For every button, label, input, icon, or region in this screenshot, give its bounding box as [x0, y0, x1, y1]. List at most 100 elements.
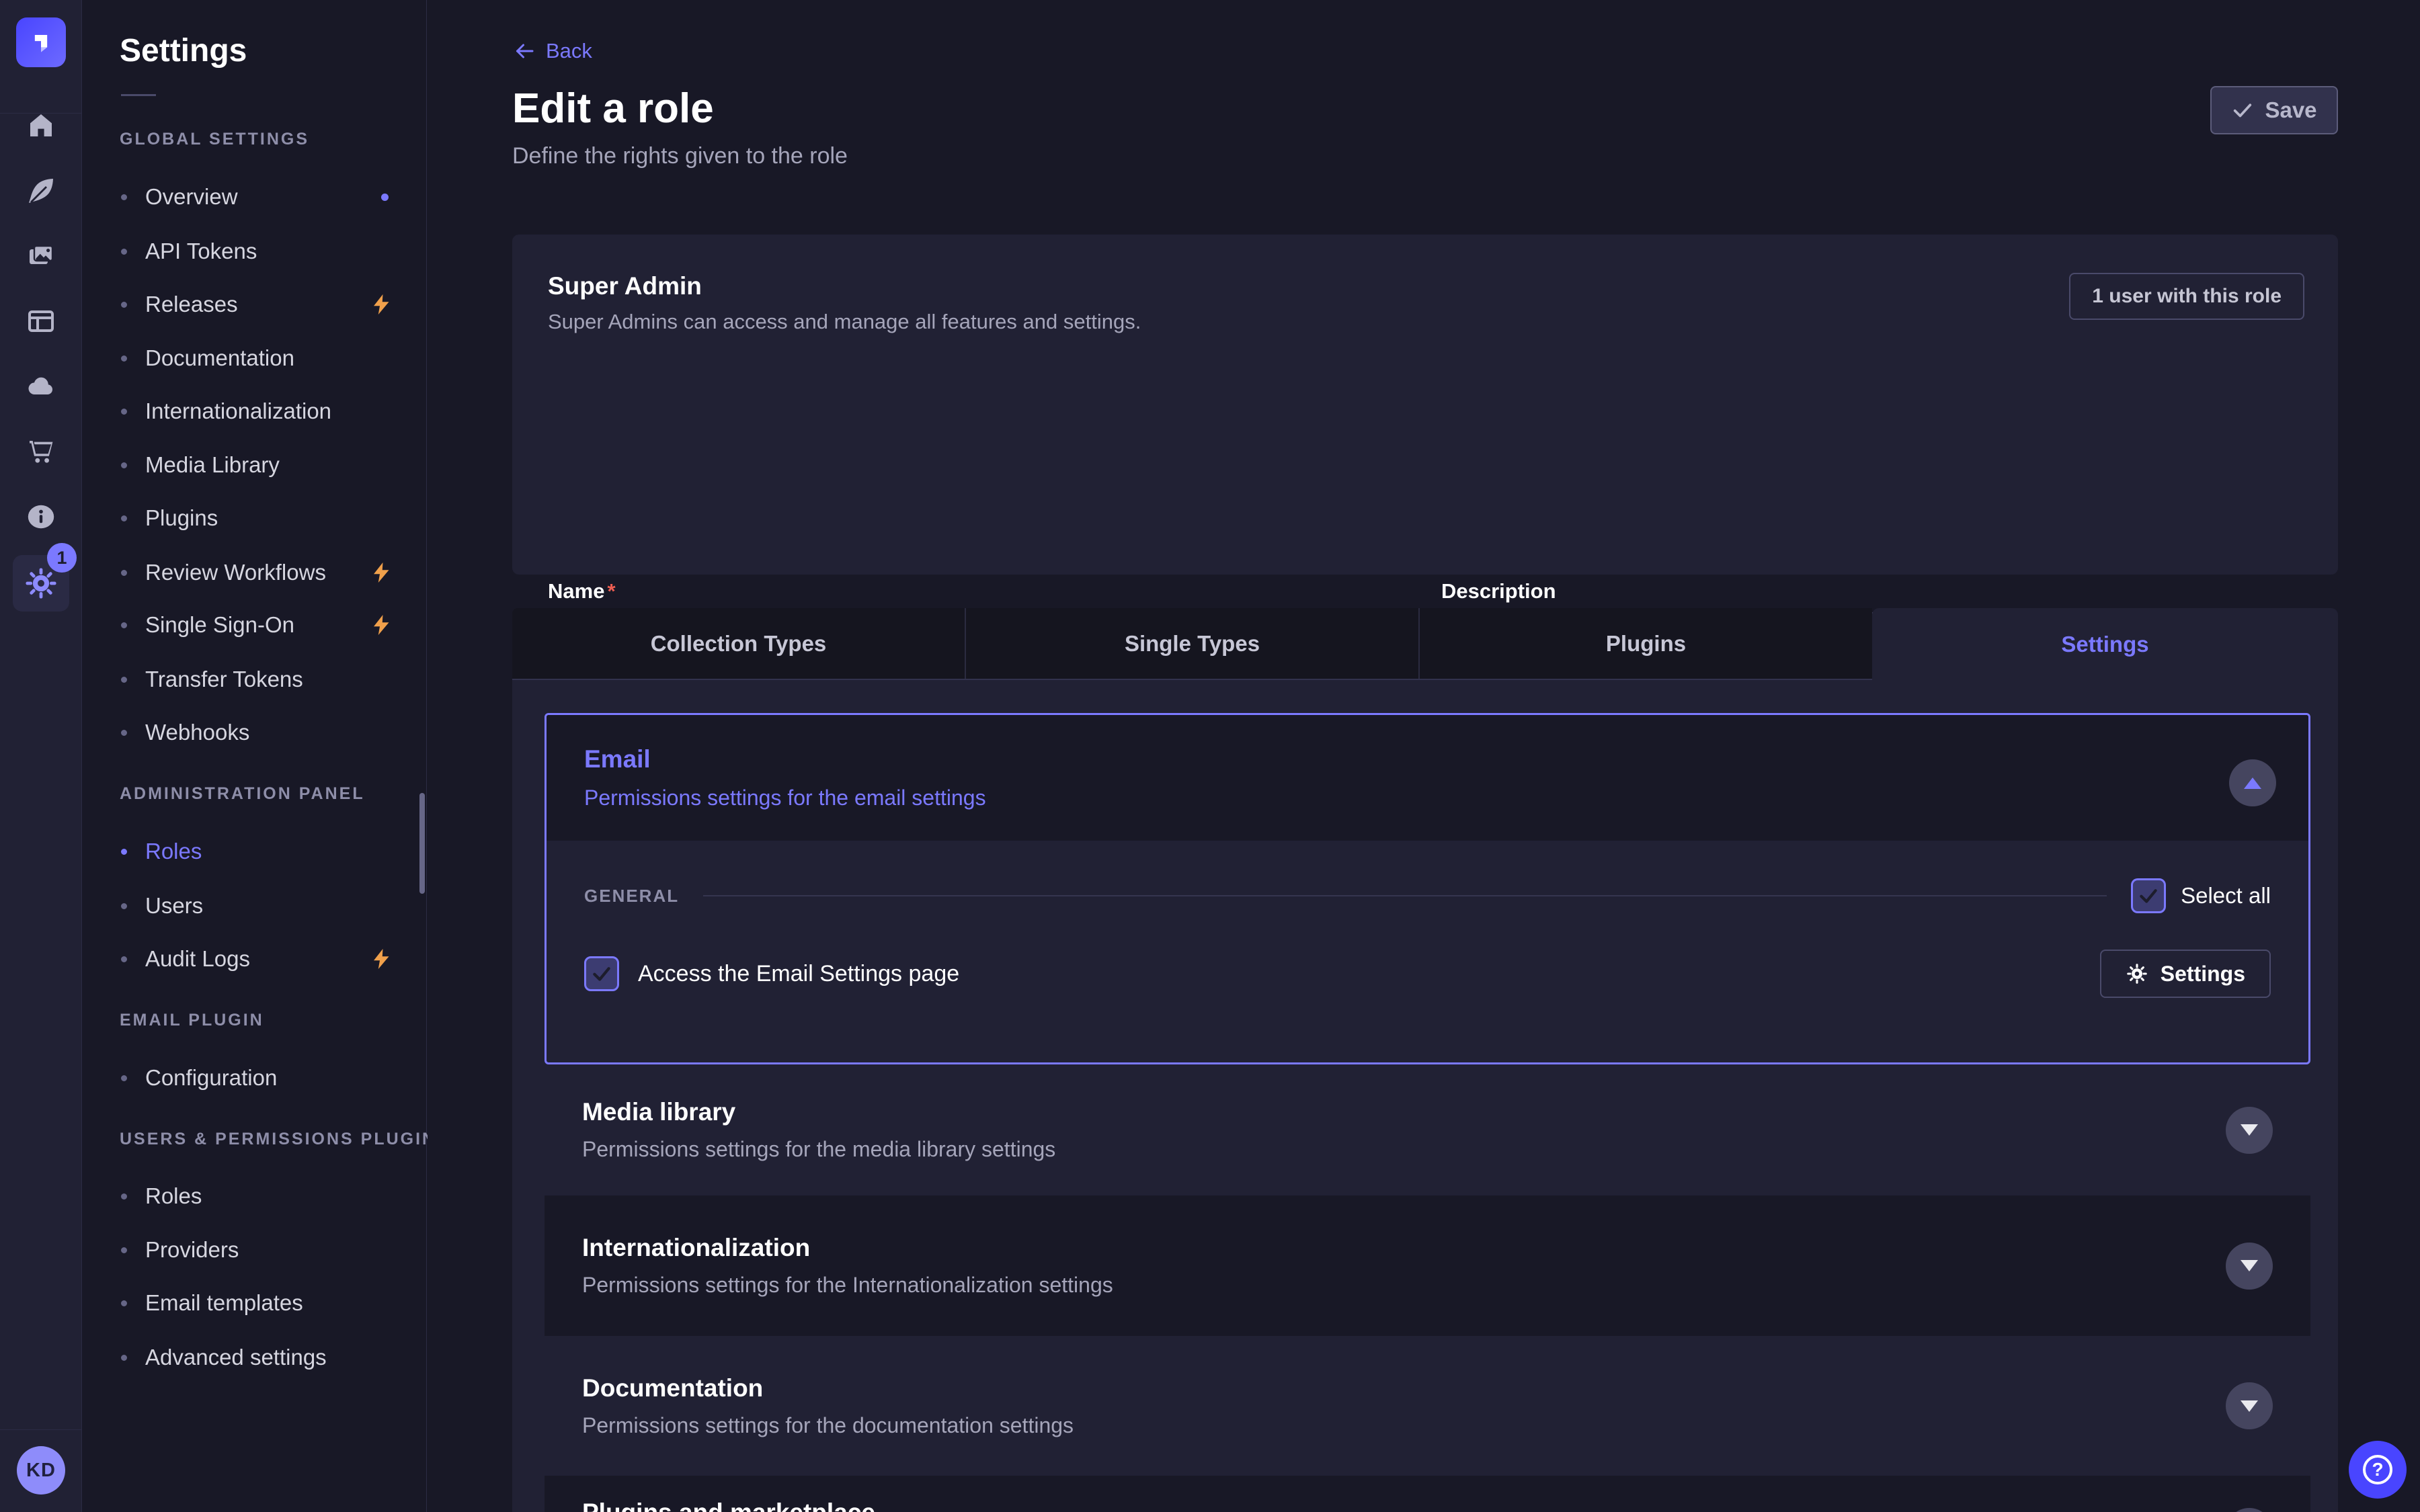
media-library-accordion[interactable]: Media library Permissions settings for t…: [544, 1064, 2310, 1195]
tab-plugins[interactable]: Plugins: [1420, 608, 1872, 679]
lightning-icon: [370, 613, 394, 637]
content-type-builder-icon[interactable]: [0, 301, 82, 341]
bullet-dot: [121, 570, 127, 576]
internationalization-accordion[interactable]: Internationalization Permissions setting…: [544, 1195, 2310, 1336]
email-accordion-header[interactable]: Email Permissions settings for the email…: [547, 715, 2308, 841]
section-label-administration-panel: ADMINISTRATION PANEL: [120, 784, 365, 804]
permissions-panel: Email Permissions settings for the email…: [512, 680, 2338, 1512]
back-link[interactable]: Back: [512, 36, 592, 67]
question-mark-icon: ?: [2363, 1455, 2392, 1484]
page-subtitle: Define the rights given to the role: [512, 143, 848, 169]
media-library-icon[interactable]: [0, 236, 82, 276]
lightning-icon: [370, 292, 394, 317]
sidebar-item-review-workflows[interactable]: Review Workflows: [121, 557, 410, 588]
general-group-label: GENERAL: [584, 886, 679, 907]
chevron-down-icon: [2241, 1400, 2258, 1412]
bullet-dot: [121, 622, 127, 628]
email-permissions-section: Email Permissions settings for the email…: [544, 713, 2310, 1064]
sidebar-item-up-roles[interactable]: Roles: [121, 1181, 410, 1212]
bullet-dot: [121, 249, 127, 255]
bullet-dot: [121, 194, 127, 200]
bullet-dot: [121, 903, 127, 909]
settings-notification-badge: 1: [47, 543, 77, 573]
strapi-logo[interactable]: [16, 17, 66, 67]
users-with-role-button[interactable]: 1 user with this role: [2069, 273, 2304, 320]
select-all-checkbox[interactable]: [2131, 878, 2166, 913]
documentation-accordion[interactable]: Documentation Permissions settings for t…: [544, 1336, 2310, 1476]
expand-toggle-button[interactable]: [2226, 1508, 2273, 1512]
bullet-dot: [121, 515, 127, 521]
bullet-dot: [121, 1075, 127, 1081]
bullet-dot: [121, 730, 127, 736]
expand-toggle-button[interactable]: [2226, 1243, 2273, 1290]
sidebar-item-media-library[interactable]: Media Library: [121, 450, 410, 480]
sidebar-item-providers[interactable]: Providers: [121, 1234, 410, 1265]
notification-dot: [381, 194, 389, 201]
sidebar-item-plugins[interactable]: Plugins: [121, 503, 410, 534]
expand-toggle-button[interactable]: [2226, 1382, 2273, 1429]
info-icon[interactable]: [0, 497, 82, 537]
chevron-down-icon: [2241, 1124, 2258, 1136]
sidebar-item-email-templates[interactable]: Email templates: [121, 1288, 410, 1318]
sidebar-item-users[interactable]: Users: [121, 890, 410, 921]
tab-collection-types[interactable]: Collection Types: [512, 608, 966, 679]
marketplace-icon[interactable]: [0, 431, 82, 472]
bullet-dot: [121, 849, 127, 855]
check-icon: [2231, 99, 2254, 122]
expand-toggle-button[interactable]: [2226, 1107, 2273, 1154]
bullet-dot: [121, 1247, 127, 1253]
role-description-text: Super Admins can access and manage all f…: [548, 310, 1141, 334]
sidebar-item-internationalization[interactable]: Internationalization: [121, 396, 410, 427]
deploy-cloud-icon[interactable]: [0, 366, 82, 407]
content-manager-icon[interactable]: [0, 171, 82, 211]
tab-single-types[interactable]: Single Types: [966, 608, 1420, 679]
sidebar-item-transfer-tokens[interactable]: Transfer Tokens: [121, 664, 410, 695]
help-button[interactable]: ?: [2349, 1441, 2407, 1499]
gear-icon: [2126, 962, 2148, 985]
sidebar-item-audit-logs[interactable]: Audit Logs: [121, 943, 410, 974]
settings-sidebar: Settings GLOBAL SETTINGS Overview API To…: [82, 0, 427, 1512]
sidebar-item-releases[interactable]: Releases: [121, 289, 410, 320]
bullet-dot: [121, 1300, 127, 1306]
home-icon[interactable]: [0, 106, 82, 146]
bullet-dot: [121, 677, 127, 683]
main-content: Back Edit a role Define the rights given…: [428, 0, 2420, 1512]
description-field-label: Description: [1441, 579, 1556, 603]
collapse-toggle-button[interactable]: [2229, 759, 2276, 806]
sidebar-item-single-sign-on[interactable]: Single Sign-On: [121, 610, 410, 640]
email-accordion-body: GENERAL Select all: [547, 878, 2308, 998]
sidebar-item-advanced-settings[interactable]: Advanced settings: [121, 1342, 410, 1373]
bullet-dot: [121, 355, 127, 362]
permission-checkbox[interactable]: [584, 956, 619, 991]
section-label-users-permissions-plugin: USERS & PERMISSIONS PLUGIN: [120, 1130, 436, 1150]
permission-settings-button[interactable]: Settings: [2100, 950, 2271, 998]
sidebar-item-configuration[interactable]: Configuration: [121, 1062, 410, 1093]
save-button[interactable]: Save: [2210, 86, 2338, 134]
sidebar-item-roles[interactable]: Roles: [121, 836, 410, 867]
section-label-global-settings: GLOBAL SETTINGS: [120, 130, 309, 150]
sidebar-item-webhooks[interactable]: Webhooks: [121, 717, 410, 748]
name-field-label: Name*: [548, 579, 616, 603]
email-section-title: Email: [584, 745, 2271, 773]
tab-settings[interactable]: Settings: [1872, 608, 2338, 680]
required-asterisk: *: [607, 579, 615, 603]
sidebar-item-api-tokens[interactable]: API Tokens: [121, 236, 410, 267]
sidebar-title-divider: [121, 94, 156, 96]
sidebar-item-documentation[interactable]: Documentation: [121, 343, 410, 374]
lightning-icon: [370, 947, 394, 971]
section-label-email-plugin: EMAIL PLUGIN: [120, 1011, 264, 1031]
user-avatar[interactable]: KD: [17, 1446, 65, 1495]
permission-row: Access the Email Settings page: [584, 950, 2271, 998]
role-name-heading: Super Admin: [548, 272, 702, 300]
sidebar-scrollbar[interactable]: [419, 793, 425, 894]
group-divider: [703, 895, 2107, 896]
plugins-marketplace-accordion[interactable]: Plugins and marketplace: [544, 1476, 2310, 1512]
bullet-dot: [121, 462, 127, 468]
general-group-row: GENERAL Select all: [584, 878, 2271, 913]
sidebar-item-overview[interactable]: Overview: [121, 181, 410, 212]
chevron-up-icon: [2244, 778, 2261, 789]
bullet-dot: [121, 1193, 127, 1200]
sidebar-title: Settings: [120, 32, 247, 69]
permissions-tabbar: Collection Types Single Types Plugins Se…: [512, 608, 2338, 680]
role-card: Super Admin Super Admins can access and …: [512, 235, 2338, 575]
